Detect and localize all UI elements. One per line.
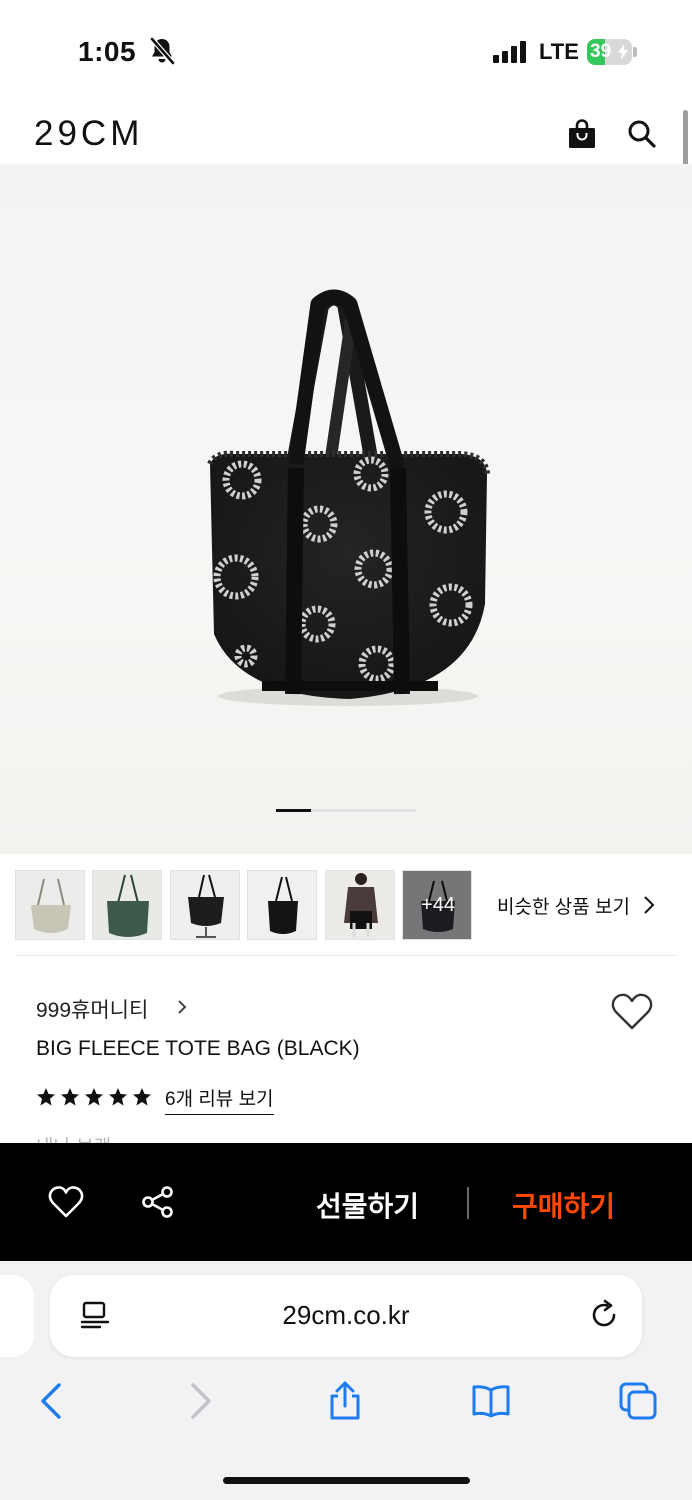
thumb-model[interactable] [325, 870, 395, 940]
star-icon [109, 1088, 127, 1106]
heart-icon[interactable] [48, 1185, 84, 1219]
status-time: 1:05 [78, 36, 137, 67]
thumb-black-tote[interactable] [247, 870, 317, 940]
battery-charging-icon: 39 [587, 39, 637, 65]
site-logo[interactable]: 29CM [34, 114, 143, 154]
thumb-more-count: +44 [421, 894, 455, 916]
reviews-link[interactable]: 6개 리뷰 보기 [165, 1084, 274, 1115]
section-divider [15, 955, 677, 956]
thumb-beige-tote[interactable] [15, 870, 85, 940]
carousel-indicator-active [276, 809, 311, 812]
thumb-more[interactable]: +44 [402, 870, 472, 940]
address-bar[interactable]: 29cm.co.kr [50, 1275, 642, 1357]
gift-button[interactable]: 선물하기 [316, 1185, 419, 1225]
bell-slash-icon [150, 37, 175, 65]
back-icon[interactable] [32, 1381, 72, 1421]
bookmarks-icon[interactable] [471, 1381, 511, 1421]
brand-link[interactable]: 999휴머니티 [36, 994, 148, 1024]
carousel-indicator [276, 809, 416, 812]
thumb-green-tote[interactable] [92, 870, 162, 940]
product-image-carousel[interactable] [0, 164, 692, 854]
status-bar: 1:05 LTE 39 [0, 0, 692, 100]
url-text: 29cm.co.kr [282, 1300, 410, 1330]
thumb-black-tote-stand[interactable] [170, 870, 240, 940]
buy-button[interactable]: 구매하기 [512, 1185, 615, 1225]
wishlist-heart-icon[interactable] [610, 992, 654, 1032]
similar-products-link[interactable]: 비슷한 상품 보기 [497, 892, 630, 919]
buy-bar: 선물하기 구매하기 [0, 1143, 692, 1261]
share-icon[interactable] [325, 1381, 365, 1421]
reload-icon[interactable] [590, 1299, 620, 1331]
network-label: LTE [539, 39, 579, 64]
browser-toolbar: 29cm.co.kr [0, 1261, 692, 1500]
tabs-icon[interactable] [618, 1381, 658, 1421]
product-title: BIG FLEECE TOTE BAG (BLACK) [36, 1037, 360, 1060]
forward-icon[interactable] [180, 1381, 220, 1421]
search-icon[interactable] [626, 118, 658, 150]
site-header: 29CM [0, 100, 692, 164]
product-image [207, 289, 490, 706]
star-icon [61, 1088, 79, 1106]
star-icon [85, 1088, 103, 1106]
signal-icon [493, 41, 527, 63]
battery-level: 39 [590, 41, 612, 62]
previous-tab-peek[interactable] [0, 1275, 34, 1357]
share-icon[interactable] [140, 1185, 176, 1219]
star-icon [133, 1088, 151, 1106]
star-icon [37, 1088, 55, 1106]
chevron-right-icon [644, 896, 655, 914]
shopping-bag-icon[interactable] [566, 118, 598, 150]
bar-divider [467, 1187, 469, 1219]
chevron-right-icon [178, 1000, 187, 1014]
home-indicator [223, 1477, 470, 1484]
